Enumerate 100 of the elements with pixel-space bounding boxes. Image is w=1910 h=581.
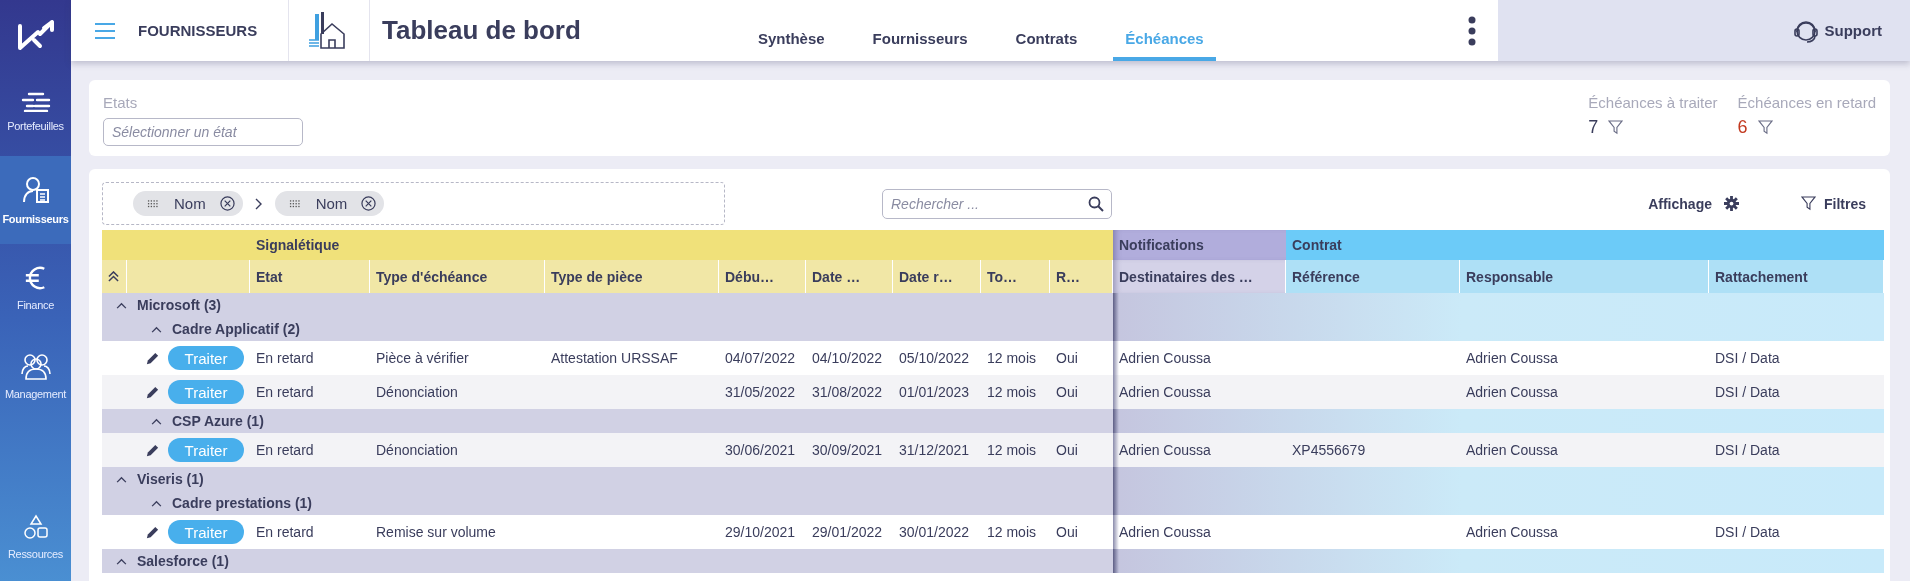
pencil-icon[interactable] <box>145 524 160 540</box>
group-row[interactable]: Cadre prestations (1) <box>102 491 1884 515</box>
table-cell: Oui <box>1056 524 1078 540</box>
home-icon[interactable] <box>307 11 347 50</box>
counter-label: Échéances à traiter <box>1588 94 1718 111</box>
table-cell: 01/01/2023 <box>899 384 970 400</box>
group-row[interactable]: Viseris (1) <box>102 467 1884 491</box>
sidebar-item[interactable]: Management <box>0 332 71 420</box>
table-cell: Adrien Coussa <box>1466 350 1558 366</box>
caret-icon[interactable] <box>151 325 162 333</box>
table-cell: 12 mois <box>987 384 1037 400</box>
table-cell: Adrien Coussa <box>1119 442 1211 458</box>
group-row[interactable]: Microsoft (3) <box>102 293 1884 317</box>
column-header[interactable]: Référence <box>1286 260 1460 293</box>
pencil-icon[interactable] <box>145 384 160 400</box>
table-cell: Adrien Coussa <box>1466 524 1558 540</box>
counter-value: 6 <box>1737 117 1748 138</box>
table-cell: 29/01/2022 <box>812 524 883 540</box>
support-button[interactable]: Support <box>1786 16 1888 45</box>
state-select-field[interactable]: Sélectionner un état <box>103 118 303 146</box>
column-group-header: Signalétique <box>102 230 1113 260</box>
tab[interactable]: Contrats <box>1003 0 1090 61</box>
column-group-header: Notifications <box>1113 230 1286 260</box>
table-cell: Oui <box>1056 350 1078 366</box>
sliders-icon <box>20 92 51 112</box>
table-cell: DSI / Data <box>1715 350 1780 366</box>
table-cell: Dénonciation <box>376 384 458 400</box>
table-cell: Adrien Coussa <box>1466 442 1558 458</box>
counter-value: 7 <box>1588 117 1599 138</box>
table-cell: En retard <box>256 442 314 458</box>
table-cell: 30/01/2022 <box>899 524 970 540</box>
remove-icon[interactable] <box>219 196 235 211</box>
module-name: FOURNISSEURS <box>138 22 259 39</box>
table-cell: Oui <box>1056 442 1078 458</box>
search-icon <box>1088 195 1104 212</box>
person-document-icon <box>20 175 51 205</box>
group-label: CSP Azure (1) <box>172 413 264 429</box>
menu-icon[interactable] <box>95 22 115 39</box>
group-label: Microsoft (3) <box>137 297 221 313</box>
settings-icon <box>1724 196 1739 211</box>
table-cell: 31/12/2021 <box>899 442 970 458</box>
group-row[interactable]: Salesforce (1) <box>102 549 1884 573</box>
table-cell: Oui <box>1056 384 1078 400</box>
shapes-icon <box>22 514 49 540</box>
tab[interactable]: Fournisseurs <box>860 0 980 61</box>
sidebar-item[interactable]: Finance <box>0 244 71 332</box>
sidebar-item[interactable]: Portefeuilles <box>0 68 71 156</box>
page-title: Tableau de bord <box>382 15 581 46</box>
caret-icon[interactable] <box>151 417 162 425</box>
table-cell: Dénonciation <box>376 442 458 458</box>
column-header[interactable]: Responsable <box>1460 260 1709 293</box>
table-cell: 12 mois <box>987 350 1037 366</box>
table-cell: Adrien Coussa <box>1466 384 1558 400</box>
more-icon[interactable] <box>1468 15 1476 46</box>
group-row[interactable]: CSP Azure (1) <box>102 409 1884 433</box>
table-cell: Remise sur volume <box>376 524 496 540</box>
caret-icon[interactable] <box>116 475 127 483</box>
table-cell: 31/08/2022 <box>812 384 883 400</box>
table-cell: DSI / Data <box>1715 384 1780 400</box>
group-label: Viseris (1) <box>137 471 204 487</box>
group-row[interactable]: Cadre Applicatif (2) <box>102 317 1884 341</box>
group-chip[interactable]: Nom <box>133 191 243 216</box>
double-chevron-up-icon[interactable] <box>108 271 119 282</box>
filter-icon[interactable] <box>1757 120 1773 135</box>
caret-icon[interactable] <box>116 301 127 309</box>
table-cell: 31/05/2022 <box>725 384 796 400</box>
table-cell: 30/09/2021 <box>812 442 883 458</box>
group-label: Cadre Applicatif (2) <box>172 321 300 337</box>
table-cell: En retard <box>256 524 314 540</box>
table-cell: 04/07/2022 <box>725 350 796 366</box>
table-cell: 30/06/2021 <box>725 442 796 458</box>
filters-button[interactable]: Filtres <box>1795 194 1872 213</box>
drag-handle-icon <box>147 198 160 209</box>
table-cell: DSI / Data <box>1715 442 1780 458</box>
table-cell: 05/10/2022 <box>899 350 970 366</box>
caret-icon[interactable] <box>151 499 162 507</box>
pencil-icon[interactable] <box>145 350 160 366</box>
display-button[interactable]: Affichage <box>1642 194 1745 213</box>
chevron-right-icon <box>254 197 263 210</box>
search-field[interactable]: Rechercher ... <box>882 188 1112 219</box>
table-cell: 29/10/2021 <box>725 524 796 540</box>
table-cell: 12 mois <box>987 524 1037 540</box>
column-header[interactable]: Rattachement <box>1709 260 1884 293</box>
group-chip[interactable]: Nom <box>274 191 385 216</box>
caret-icon[interactable] <box>116 557 127 565</box>
counter-label: Échéances en retard <box>1737 94 1876 111</box>
people-icon <box>19 352 52 380</box>
remove-icon[interactable] <box>361 196 377 211</box>
tab[interactable]: Synthèse <box>745 0 837 61</box>
table-cell: En retard <box>256 384 314 400</box>
table-cell: 04/10/2022 <box>812 350 883 366</box>
group-label: Salesforce (1) <box>137 553 229 569</box>
group-label: Cadre prestations (1) <box>172 495 313 511</box>
filter-icon[interactable] <box>1608 120 1624 135</box>
sidebar-item[interactable]: Fournisseurs <box>0 156 71 244</box>
drag-handle-icon <box>288 198 302 209</box>
column-header[interactable]: Destinataires des … <box>1113 260 1286 293</box>
table-cell: 12 mois <box>987 442 1037 458</box>
pencil-icon[interactable] <box>145 442 160 458</box>
table-cell: Pièce à vérifier <box>376 350 469 366</box>
